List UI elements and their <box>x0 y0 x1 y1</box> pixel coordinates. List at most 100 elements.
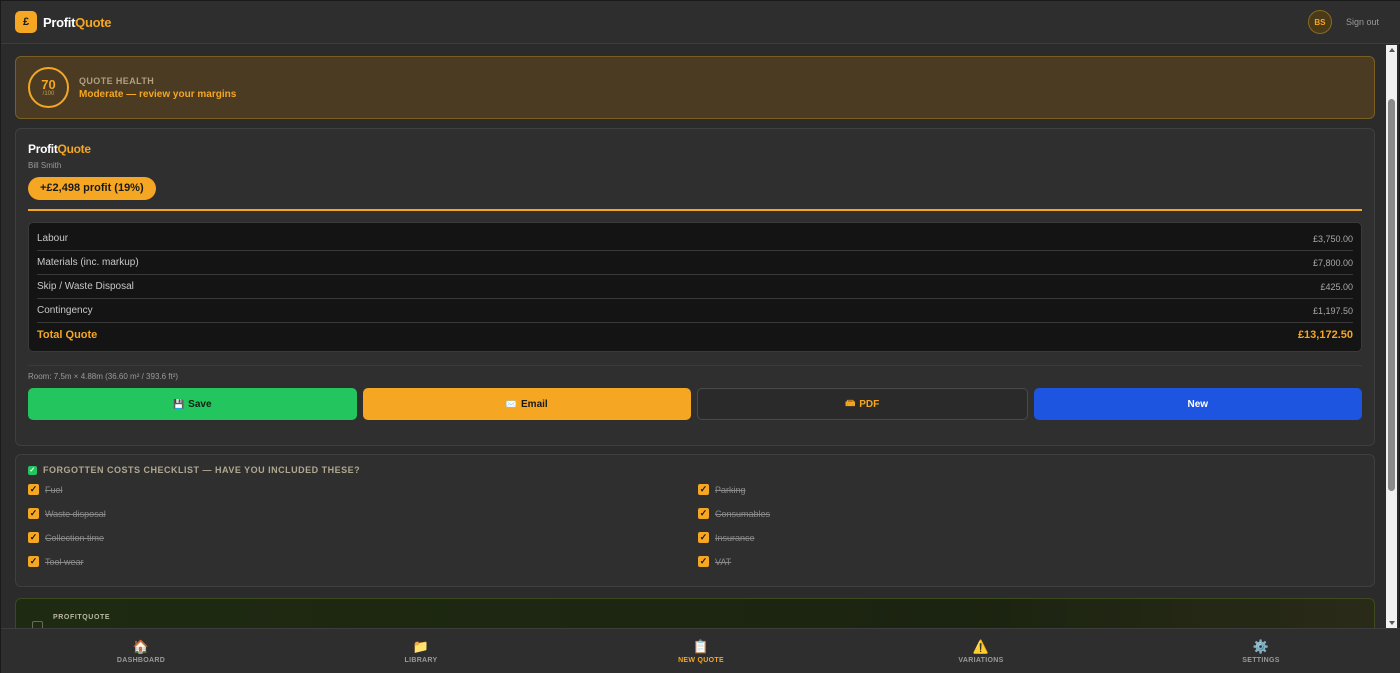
nav-label: VARIATIONS <box>958 656 1004 664</box>
client-name: Bill Smith <box>28 161 62 170</box>
checklist-item-insurance[interactable]: ✓ Insurance <box>698 529 1338 546</box>
brand-logo[interactable]: ProfitQuote <box>43 14 112 30</box>
checklist-item-label: VAT <box>715 556 732 567</box>
nav-label: SETTINGS <box>1242 656 1280 664</box>
brand-logo-part-b: Quote <box>75 14 112 30</box>
accent-divider <box>28 209 1362 211</box>
save-button[interactable]: 💾 Save <box>28 388 357 420</box>
checkbox-checked-icon[interactable]: ✓ <box>698 484 709 495</box>
line-item-label: Skip / Waste Disposal <box>37 281 134 292</box>
new-label: New <box>1187 398 1209 410</box>
line-item-label: Contingency <box>37 305 93 316</box>
quote-summary-card: ProfitQuote Bill Smith +£2,498 profit (1… <box>15 128 1375 446</box>
folder-icon: 📁 <box>412 638 430 654</box>
scroll-up-icon[interactable] <box>1389 48 1395 52</box>
save-icon: 💾 <box>172 398 185 409</box>
line-item-materials: Materials (inc. markup) £7,800.00 <box>37 251 1353 275</box>
brand-logo-part-a: Profit <box>43 14 76 30</box>
health-score-max: /100 <box>42 91 55 97</box>
checklist-item-fuel[interactable]: ✓ Fuel <box>28 481 698 498</box>
email-button[interactable]: ✉️ Email <box>362 388 691 420</box>
profitquote-teaser-card: PROFITQUOTE <box>15 598 1375 628</box>
health-label: QUOTE HEALTH <box>79 75 155 86</box>
pdf-icon: 📾 <box>845 398 856 408</box>
checklist-grid: ✓ Fuel ✓ Parking ✓ Waste disposal ✓ Cons… <box>28 481 1362 570</box>
clipboard-icon: 📋 <box>692 638 710 654</box>
room-dimensions: Room: 7.5m × 4.88m (36.60 m² / 393.6 ft²… <box>28 365 1362 381</box>
top-bar-right: BS Sign out <box>1307 10 1387 34</box>
line-item-labour: Labour £3,750.00 <box>37 227 1353 251</box>
health-message: Moderate — review your margins <box>79 88 237 100</box>
checkbox-checked-icon[interactable]: ✓ <box>28 508 39 519</box>
checklist-item-label: Parking <box>715 484 746 495</box>
quote-brand-part-a: Profit <box>28 142 58 156</box>
scroll-down-icon[interactable] <box>1389 621 1395 625</box>
checklist-item-label: Tool wear <box>45 556 84 567</box>
nav-settings[interactable]: ⚙️ SETTINGS <box>1121 629 1400 673</box>
checkbox-checked-icon[interactable]: ✓ <box>698 532 709 543</box>
line-item-skip: Skip / Waste Disposal £425.00 <box>37 275 1353 299</box>
line-item-amount: £425.00 <box>1320 281 1353 292</box>
email-icon: ✉️ <box>505 398 518 409</box>
quote-line-items: Labour £3,750.00 Materials (inc. markup)… <box>28 222 1362 352</box>
forgotten-costs-checklist: ✓ FORGOTTEN COSTS CHECKLIST — HAVE YOU I… <box>15 454 1375 587</box>
line-item-amount: £7,800.00 <box>1312 257 1353 268</box>
nav-new-quote[interactable]: 📋 NEW QUOTE <box>561 629 841 673</box>
checklist-item-consumables[interactable]: ✓ Consumables <box>698 505 1338 522</box>
checkbox-checked-icon[interactable]: ✓ <box>28 484 39 495</box>
profit-badge: +£2,498 profit (19%) <box>28 177 156 200</box>
checklist-item-tool-wear[interactable]: ✓ Tool wear <box>28 553 698 570</box>
nav-library[interactable]: 📁 LIBRARY <box>281 629 561 673</box>
checkbox-checked-icon[interactable]: ✓ <box>28 532 39 543</box>
checklist-item-parking[interactable]: ✓ Parking <box>698 481 1338 498</box>
app-window: £ ProfitQuote BS Sign out 70 /100 QUOTE … <box>0 0 1400 673</box>
nav-variations[interactable]: ⚠️ VARIATIONS <box>841 629 1121 673</box>
quote-health-card: 70 /100 QUOTE HEALTH Moderate — review y… <box>15 56 1375 119</box>
checklist-item-label: Consumables <box>715 508 771 519</box>
user-avatar[interactable]: BS <box>1307 10 1332 34</box>
checklist-item-waste-disposal[interactable]: ✓ Waste disposal <box>28 505 698 522</box>
health-score-value: 70 <box>41 77 56 92</box>
checklist-item-label: Insurance <box>715 532 755 543</box>
checklist-item-vat[interactable]: ✓ VAT <box>698 553 1338 570</box>
quote-brand-logo: ProfitQuote <box>28 142 1362 156</box>
logo-pound-icon[interactable]: £ <box>15 11 37 33</box>
line-item-amount: £1,197.50 <box>1312 305 1353 316</box>
new-quote-button[interactable]: New <box>1033 388 1362 420</box>
quote-actions: 💾 Save ✉️ Email 📾 PDF New <box>28 388 1362 420</box>
line-item-label: Materials (inc. markup) <box>37 257 139 268</box>
email-label: Email <box>521 398 548 410</box>
checklist-item-collection-time[interactable]: ✓ Collection time <box>28 529 698 546</box>
total-label: Total Quote <box>37 329 98 341</box>
checklist-item-label: Collection time <box>45 532 105 543</box>
bottom-navigation: 🏠 DASHBOARD 📁 LIBRARY 📋 NEW QUOTE ⚠️ VAR… <box>1 628 1400 673</box>
warning-icon: ⚠️ <box>972 638 990 654</box>
line-item-total: Total Quote £13,172.50 <box>37 323 1353 347</box>
home-icon: 🏠 <box>132 638 150 654</box>
save-label: Save <box>188 398 212 410</box>
pdf-button[interactable]: 📾 PDF <box>697 388 1028 420</box>
checklist-item-label: Fuel <box>45 484 63 495</box>
checkbox-checked-icon[interactable]: ✓ <box>698 508 709 519</box>
top-bar: £ ProfitQuote BS Sign out <box>1 1 1400 44</box>
checklist-item-label: Waste disposal <box>45 508 106 519</box>
scrollbar-thumb[interactable] <box>1388 99 1395 491</box>
teaser-checkbox[interactable] <box>32 621 43 628</box>
line-item-label: Labour <box>37 233 69 244</box>
line-item-contingency: Contingency £1,197.50 <box>37 299 1353 323</box>
checklist-check-icon: ✓ <box>28 465 37 475</box>
sign-out-link[interactable]: Sign out <box>1346 17 1379 27</box>
checkbox-checked-icon[interactable]: ✓ <box>698 556 709 567</box>
main-scroll-area[interactable]: 70 /100 QUOTE HEALTH Moderate — review y… <box>1 45 1386 628</box>
teaser-label: PROFITQUOTE <box>53 614 111 621</box>
checklist-header: ✓ FORGOTTEN COSTS CHECKLIST — HAVE YOU I… <box>28 465 1362 475</box>
vertical-scrollbar[interactable] <box>1386 45 1397 628</box>
health-text: QUOTE HEALTH Moderate — review your marg… <box>79 76 236 100</box>
gear-icon: ⚙️ <box>1252 638 1270 654</box>
health-score-ring: 70 /100 <box>28 67 69 108</box>
nav-dashboard[interactable]: 🏠 DASHBOARD <box>1 629 281 673</box>
nav-label: NEW QUOTE <box>678 656 724 664</box>
checkbox-checked-icon[interactable]: ✓ <box>28 556 39 567</box>
nav-label: LIBRARY <box>404 656 438 664</box>
quote-brand-part-b: Quote <box>57 142 91 156</box>
